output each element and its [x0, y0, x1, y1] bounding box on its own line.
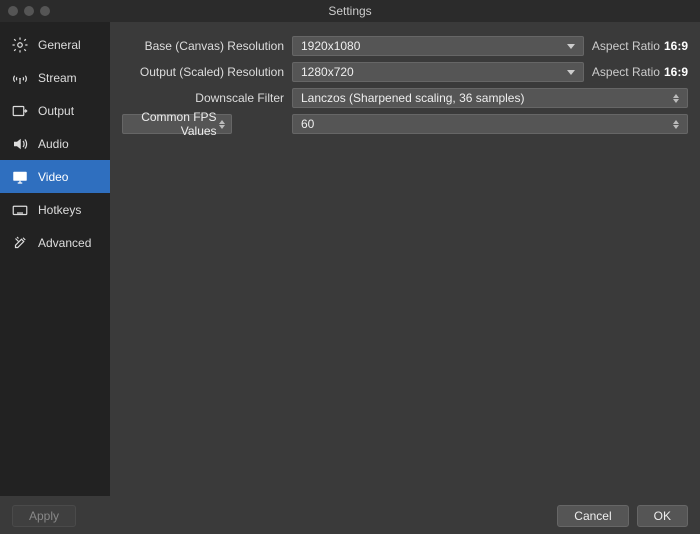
- minimize-window-icon[interactable]: [24, 6, 34, 16]
- broadcast-icon: [10, 68, 30, 88]
- sidebar-item-label: Output: [38, 104, 74, 118]
- maximize-window-icon[interactable]: [40, 6, 50, 16]
- stepper-icon: [669, 120, 683, 129]
- sidebar-item-label: General: [38, 38, 81, 52]
- base-resolution-combo[interactable]: 1920x1080: [292, 36, 584, 56]
- stepper-icon: [669, 94, 683, 103]
- fps-value-combo[interactable]: 60: [292, 114, 688, 134]
- fps-mode-label: Common FPS Values: [131, 110, 217, 138]
- sidebar-item-audio[interactable]: Audio: [0, 127, 110, 160]
- sidebar-item-video[interactable]: Video: [0, 160, 110, 193]
- aspect-ratio-label: Aspect Ratio: [592, 39, 660, 53]
- sidebar-item-output[interactable]: Output: [0, 94, 110, 127]
- sidebar-item-advanced[interactable]: Advanced: [0, 226, 110, 259]
- window-controls: [0, 6, 50, 16]
- stepper-icon: [217, 120, 227, 129]
- tools-icon: [10, 233, 30, 253]
- monitor-icon: [10, 167, 30, 187]
- base-resolution-label: Base (Canvas) Resolution: [122, 39, 284, 53]
- output-resolution-value: 1280x720: [301, 65, 354, 79]
- keyboard-icon: [10, 200, 30, 220]
- base-aspect-ratio: Aspect Ratio 16:9: [592, 39, 688, 53]
- footer: Apply Cancel OK: [0, 496, 700, 534]
- sidebar-item-label: Advanced: [38, 236, 91, 250]
- base-resolution-value: 1920x1080: [301, 39, 360, 53]
- fps-value: 60: [301, 117, 314, 131]
- output-resolution-combo[interactable]: 1280x720: [292, 62, 584, 82]
- video-settings-panel: Base (Canvas) Resolution 1920x1080 Aspec…: [110, 22, 700, 496]
- ok-button[interactable]: OK: [637, 505, 688, 527]
- sidebar-item-hotkeys[interactable]: Hotkeys: [0, 193, 110, 226]
- sidebar-item-label: Audio: [38, 137, 69, 151]
- titlebar: Settings: [0, 0, 700, 22]
- aspect-ratio-value: 16:9: [664, 65, 688, 79]
- downscale-filter-value: Lanczos (Sharpened scaling, 36 samples): [301, 91, 524, 105]
- output-aspect-ratio: Aspect Ratio 16:9: [592, 65, 688, 79]
- output-resolution-label: Output (Scaled) Resolution: [122, 65, 284, 79]
- output-icon: [10, 101, 30, 121]
- cancel-button[interactable]: Cancel: [557, 505, 628, 527]
- fps-mode-combo[interactable]: Common FPS Values: [122, 114, 232, 134]
- gear-icon: [10, 35, 30, 55]
- aspect-ratio-label: Aspect Ratio: [592, 65, 660, 79]
- window-title: Settings: [0, 4, 700, 18]
- sidebar-item-general[interactable]: General: [0, 28, 110, 61]
- aspect-ratio-value: 16:9: [664, 39, 688, 53]
- sidebar-item-label: Stream: [38, 71, 77, 85]
- sidebar-item-label: Hotkeys: [38, 203, 81, 217]
- downscale-filter-label: Downscale Filter: [122, 91, 284, 105]
- speaker-icon: [10, 134, 30, 154]
- apply-button[interactable]: Apply: [12, 505, 76, 527]
- close-window-icon[interactable]: [8, 6, 18, 16]
- chevron-down-icon: [563, 44, 579, 49]
- sidebar-item-label: Video: [38, 170, 68, 184]
- downscale-filter-combo[interactable]: Lanczos (Sharpened scaling, 36 samples): [292, 88, 688, 108]
- sidebar-item-stream[interactable]: Stream: [0, 61, 110, 94]
- chevron-down-icon: [563, 70, 579, 75]
- sidebar: General Stream Output Audio Video: [0, 22, 110, 496]
